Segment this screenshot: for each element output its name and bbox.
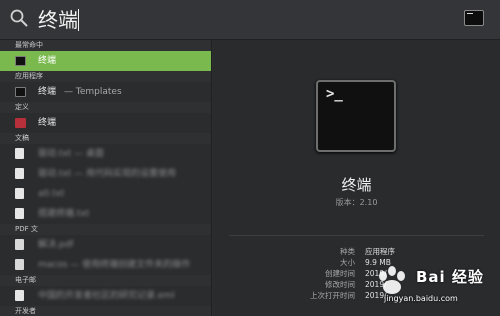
result-document[interactable]: 搭建终端.txt — [0, 204, 211, 224]
result-definition-terminal[interactable]: 终端 — [0, 113, 211, 133]
section-header-applications: 应用程序 — [0, 71, 211, 82]
spotlight-window: 终端 最常命中 终端 应用程序 终端 — Templates 定义 终端 文稿 驱… — [0, 0, 500, 316]
meta-label: 创建时间 — [325, 269, 355, 278]
section-header-definition: 定义 — [0, 102, 211, 113]
document-icon — [15, 168, 24, 179]
dictionary-icon — [15, 118, 26, 128]
meta-label: 上次打开时间 — [310, 291, 355, 300]
result-email[interactable]: 中国的开发者社区的研究记录.eml — [0, 286, 211, 306]
document-icon — [15, 188, 24, 199]
terminal-icon — [15, 87, 26, 97]
result-label: 中国的开发者社区的研究记录.eml — [38, 291, 175, 301]
result-label: 驱动.txt — 用代码实现的设置使用 — [38, 169, 176, 179]
result-label: 终端 — [38, 56, 57, 66]
meta-label: 种类 — [340, 247, 355, 256]
result-label: 终端 — [38, 118, 57, 128]
meta-row-kind: 种类 应用程序 — [213, 246, 500, 257]
pdf-icon — [15, 239, 24, 250]
result-document[interactable]: 驱动.txt — 桌面 — [0, 144, 211, 164]
section-header-top-hit: 最常命中 — [0, 40, 211, 51]
section-header-pdf: PDF 文 — [0, 224, 211, 235]
result-label: a0.txt — [38, 189, 65, 199]
meta-label: 修改时间 — [325, 280, 355, 289]
text-caret — [78, 9, 79, 31]
result-label: 解决.pdf — [38, 240, 74, 250]
document-icon — [15, 290, 24, 301]
section-header-email: 电子邮 — [0, 275, 211, 286]
section-header-documents: 文稿 — [0, 133, 211, 144]
section-header-developer: 开发者 — [0, 306, 211, 316]
document-icon — [15, 208, 24, 219]
result-suffix: — Templates — [64, 87, 122, 97]
search-bar: 终端 — [0, 0, 500, 40]
document-icon — [15, 148, 24, 159]
preview-title: 终端 — [341, 176, 372, 194]
terminal-icon — [15, 56, 26, 66]
result-pdf[interactable]: 解决.pdf — [0, 235, 211, 255]
watermark-brand: Bai 经验 — [416, 268, 484, 286]
terminal-prompt-glyph: >_ — [326, 86, 343, 102]
pdf-icon — [15, 259, 24, 270]
meta-label: 大小 — [340, 258, 355, 267]
result-document[interactable]: 驱动.txt — 用代码实现的设置使用 — [0, 164, 211, 184]
preview-divider — [229, 235, 484, 236]
results-list: 最常命中 终端 应用程序 终端 — Templates 定义 终端 文稿 驱动.t… — [0, 40, 212, 316]
preview-version: 版本：2.10 — [335, 198, 378, 207]
result-label: 驱动.txt — 桌面 — [38, 149, 104, 159]
terminal-icon: >_ — [316, 80, 396, 152]
search-input[interactable]: 终端 — [38, 5, 78, 35]
result-label: 终端 — [38, 87, 57, 97]
result-app-terminal[interactable]: 终端 — Templates — [0, 82, 211, 102]
meta-value: 应用程序 — [365, 247, 395, 256]
result-pdf[interactable]: macos — 使用终端创建文件夹的操作 — [0, 255, 211, 275]
result-document[interactable]: a0.txt — [0, 184, 211, 204]
search-icon — [10, 9, 28, 27]
result-label: macos — 使用终端创建文件夹的操作 — [38, 260, 191, 270]
watermark-url: jingyan.baidu.com — [384, 294, 458, 303]
result-label: 搭建终端.txt — [38, 209, 90, 219]
result-top-hit-terminal[interactable]: 终端 — [0, 51, 211, 71]
baidu-jingyan-watermark: Bai 经验 jingyan.baidu.com — [372, 262, 496, 312]
terminal-icon — [464, 10, 484, 26]
